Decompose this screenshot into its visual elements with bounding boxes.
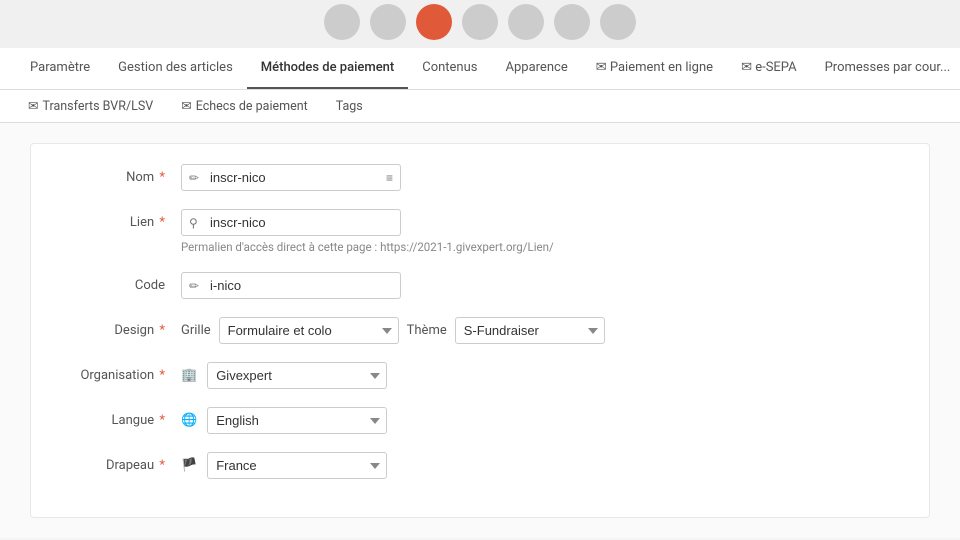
pencil-icon-code: ✏ bbox=[189, 279, 199, 293]
main-content: Nom * ✏ ≡ Lien * ⚲ Permalien d'accès d bbox=[0, 123, 960, 538]
field-nom: ✏ ≡ bbox=[181, 164, 899, 191]
avatar-1[interactable] bbox=[324, 4, 360, 40]
pencil-icon-nom: ✏ bbox=[189, 171, 199, 185]
avatar-3[interactable] bbox=[416, 4, 452, 40]
field-drapeau: 🏴 France Suisse Belgique bbox=[181, 452, 899, 479]
sub-tab-transferts[interactable]: ✉ Transferts BVR/LSV bbox=[16, 90, 165, 122]
required-marker-nom: * bbox=[156, 170, 165, 185]
form-row-lien: Lien * ⚲ Permalien d'accès direct à cett… bbox=[61, 209, 899, 254]
avatar-bar bbox=[0, 0, 960, 48]
theme-select[interactable]: S-Fundraiser bbox=[455, 317, 605, 344]
input-wrapper-lien: ⚲ bbox=[181, 209, 554, 236]
tab-methodes-paiement[interactable]: Méthodes de paiement bbox=[247, 48, 408, 89]
sub-tab-echecs[interactable]: ✉ Echecs de paiement bbox=[169, 90, 319, 122]
tab-promesses[interactable]: Promesses par cour... bbox=[811, 48, 960, 89]
grille-label: Grille bbox=[181, 323, 211, 338]
permalink-text: Permalien d'accès direct à cette page : … bbox=[181, 240, 554, 254]
envelope-icon-sepa: ✉ bbox=[741, 60, 752, 75]
list-icon-nom: ≡ bbox=[386, 171, 393, 185]
required-marker-langue: * bbox=[156, 413, 165, 428]
main-nav: Paramètre Gestion des articles Méthodes … bbox=[0, 48, 960, 90]
langue-select[interactable]: English Français Deutsch bbox=[207, 407, 387, 434]
envelope-icon-transferts: ✉ bbox=[28, 98, 38, 114]
label-drapeau: Drapeau * bbox=[61, 458, 181, 473]
tab-paiement-en-ligne[interactable]: ✉ Paiement en ligne bbox=[582, 48, 727, 89]
globe-icon: 🌐 bbox=[181, 413, 197, 428]
form-row-drapeau: Drapeau * 🏴 France Suisse Belgique bbox=[61, 452, 899, 479]
avatar-6[interactable] bbox=[554, 4, 590, 40]
code-input[interactable] bbox=[181, 272, 401, 299]
required-marker-design: * bbox=[156, 323, 165, 338]
form-row-langue: Langue * 🌐 English Français Deutsch bbox=[61, 407, 899, 434]
required-marker-drapeau: * bbox=[156, 458, 165, 473]
envelope-icon-echecs: ✉ bbox=[181, 98, 191, 114]
form-row-code: Code ✏ bbox=[61, 272, 899, 299]
label-langue: Langue * bbox=[61, 413, 181, 428]
building-icon: 🏢 bbox=[181, 368, 197, 383]
form-row-design: Design * Grille Formulaire et colo Thème… bbox=[61, 317, 899, 344]
field-lien: ⚲ Permalien d'accès direct à cette page … bbox=[181, 209, 554, 254]
required-marker-lien: * bbox=[156, 215, 165, 230]
field-code: ✏ bbox=[181, 272, 899, 299]
label-code: Code bbox=[61, 278, 181, 293]
grille-select[interactable]: Formulaire et colo bbox=[219, 317, 399, 344]
envelope-icon-paiement: ✉ bbox=[596, 60, 607, 75]
link-icon-lien: ⚲ bbox=[189, 216, 198, 230]
tab-gestion-articles[interactable]: Gestion des articles bbox=[104, 48, 247, 89]
flag-icon: 🏴 bbox=[181, 458, 197, 473]
input-wrapper-nom: ✏ ≡ bbox=[181, 164, 401, 191]
tab-contenus[interactable]: Contenus bbox=[408, 48, 491, 89]
lien-input[interactable] bbox=[181, 209, 401, 236]
field-organisation: 🏢 Givexpert bbox=[181, 362, 899, 389]
avatar-2[interactable] bbox=[370, 4, 406, 40]
sub-nav: ✉ Transferts BVR/LSV ✉ Echecs de paiemen… bbox=[0, 90, 960, 123]
avatar-4[interactable] bbox=[462, 4, 498, 40]
required-marker-organisation: * bbox=[156, 368, 165, 383]
form-row-nom: Nom * ✏ ≡ bbox=[61, 164, 899, 191]
label-lien: Lien * bbox=[61, 209, 181, 230]
organisation-select[interactable]: Givexpert bbox=[207, 362, 387, 389]
tab-e-sepa[interactable]: ✉ e-SEPA bbox=[727, 48, 811, 89]
label-organisation: Organisation * bbox=[61, 368, 181, 383]
label-design: Design * bbox=[61, 323, 181, 338]
avatar-5[interactable] bbox=[508, 4, 544, 40]
form-row-organisation: Organisation * 🏢 Givexpert bbox=[61, 362, 899, 389]
avatar-7[interactable] bbox=[600, 4, 636, 40]
label-nom: Nom * bbox=[61, 170, 181, 185]
field-design: Grille Formulaire et colo Thème S-Fundra… bbox=[181, 317, 899, 344]
form-container: Nom * ✏ ≡ Lien * ⚲ Permalien d'accès d bbox=[30, 143, 930, 518]
sub-tab-tags[interactable]: Tags bbox=[324, 91, 375, 122]
field-langue: 🌐 English Français Deutsch bbox=[181, 407, 899, 434]
tab-apparence[interactable]: Apparence bbox=[492, 48, 582, 89]
theme-label: Thème bbox=[407, 323, 447, 338]
tab-parametre[interactable]: Paramètre bbox=[16, 48, 104, 89]
nom-input[interactable] bbox=[181, 164, 401, 191]
drapeau-select[interactable]: France Suisse Belgique bbox=[207, 452, 387, 479]
input-wrapper-code: ✏ bbox=[181, 272, 401, 299]
